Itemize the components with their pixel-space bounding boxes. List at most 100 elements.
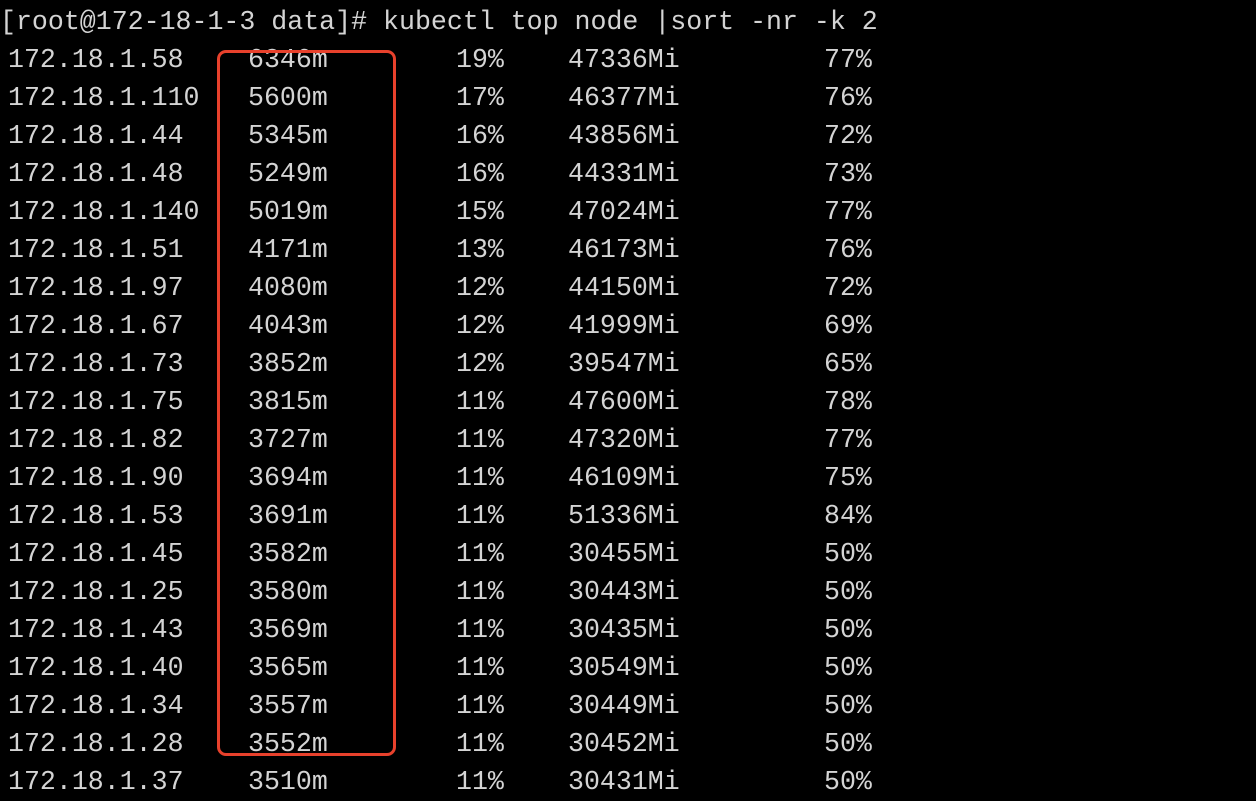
memory-percent: 78%	[824, 387, 872, 417]
node-ip: 172.18.1.82	[8, 425, 184, 455]
table-row: 172.18.1.53 3691m 11% 51336Mi 84%	[0, 497, 1256, 535]
memory-bytes: 30455Mi	[568, 539, 680, 569]
memory-percent: 50%	[824, 653, 872, 683]
memory-bytes: 51336Mi	[568, 501, 680, 531]
node-ip: 172.18.1.90	[8, 463, 184, 493]
memory-bytes: 30549Mi	[568, 653, 680, 683]
cpu-cores: 4171m	[248, 235, 328, 265]
memory-percent: 50%	[824, 539, 872, 569]
cpu-cores: 4043m	[248, 311, 328, 341]
cpu-percent: 11%	[456, 691, 504, 721]
node-ip: 172.18.1.67	[8, 311, 184, 341]
cpu-percent: 15%	[456, 197, 504, 227]
table-row: 172.18.1.51 4171m 13% 46173Mi 76%	[0, 231, 1256, 269]
memory-bytes: 41999Mi	[568, 311, 680, 341]
memory-bytes: 39547Mi	[568, 349, 680, 379]
table-row: 172.18.1.44 5345m 16% 43856Mi 72%	[0, 117, 1256, 155]
memory-percent: 50%	[824, 729, 872, 759]
cpu-percent: 12%	[456, 349, 504, 379]
command-text: kubectl top node |sort -nr -k 2	[383, 7, 878, 37]
table-row: 172.18.1.82 3727m 11% 47320Mi 77%	[0, 421, 1256, 459]
memory-percent: 76%	[824, 235, 872, 265]
table-row: 172.18.1.73 3852m 12% 39547Mi 65%	[0, 345, 1256, 383]
cpu-cores: 5600m	[248, 83, 328, 113]
cpu-cores: 3510m	[248, 767, 328, 797]
node-ip: 172.18.1.28	[8, 729, 184, 759]
memory-bytes: 30443Mi	[568, 577, 680, 607]
memory-bytes: 46173Mi	[568, 235, 680, 265]
memory-bytes: 30431Mi	[568, 767, 680, 797]
memory-percent: 84%	[824, 501, 872, 531]
node-ip: 172.18.1.140	[8, 197, 200, 227]
cpu-percent: 12%	[456, 311, 504, 341]
node-ip: 172.18.1.37	[8, 767, 184, 797]
cpu-cores: 3569m	[248, 615, 328, 645]
memory-percent: 77%	[824, 425, 872, 455]
node-ip: 172.18.1.110	[8, 83, 200, 113]
memory-percent: 65%	[824, 349, 872, 379]
memory-percent: 76%	[824, 83, 872, 113]
cpu-cores: 3582m	[248, 539, 328, 569]
table-row: 172.18.1.110 5600m 17% 46377Mi 76%	[0, 79, 1256, 117]
cpu-cores: 3691m	[248, 501, 328, 531]
memory-percent: 73%	[824, 159, 872, 189]
memory-percent: 75%	[824, 463, 872, 493]
memory-bytes: 44150Mi	[568, 273, 680, 303]
table-row: 172.18.1.75 3815m 11% 47600Mi 78%	[0, 383, 1256, 421]
memory-percent: 72%	[824, 273, 872, 303]
memory-percent: 50%	[824, 691, 872, 721]
memory-percent: 69%	[824, 311, 872, 341]
cpu-cores: 5345m	[248, 121, 328, 151]
memory-bytes: 47320Mi	[568, 425, 680, 455]
cpu-percent: 16%	[456, 159, 504, 189]
node-ip: 172.18.1.73	[8, 349, 184, 379]
table-row: 172.18.1.67 4043m 12% 41999Mi 69%	[0, 307, 1256, 345]
cpu-cores: 3815m	[248, 387, 328, 417]
memory-percent: 72%	[824, 121, 872, 151]
cpu-cores: 3580m	[248, 577, 328, 607]
cpu-percent: 11%	[456, 767, 504, 797]
node-ip: 172.18.1.43	[8, 615, 184, 645]
memory-bytes: 47024Mi	[568, 197, 680, 227]
memory-bytes: 30449Mi	[568, 691, 680, 721]
cpu-percent: 11%	[456, 615, 504, 645]
cpu-percent: 16%	[456, 121, 504, 151]
cpu-cores: 3852m	[248, 349, 328, 379]
shell-prompt: [root@172-18-1-3 data]#	[0, 7, 368, 37]
cpu-percent: 17%	[456, 83, 504, 113]
cpu-percent: 11%	[456, 463, 504, 493]
cpu-cores: 3565m	[248, 653, 328, 683]
cpu-cores: 3552m	[248, 729, 328, 759]
table-row: 172.18.1.28 3552m 11% 30452Mi 50%	[0, 725, 1256, 763]
node-ip: 172.18.1.75	[8, 387, 184, 417]
table-row: 172.18.1.43 3569m 11% 30435Mi 50%	[0, 611, 1256, 649]
cpu-percent: 11%	[456, 653, 504, 683]
node-ip: 172.18.1.34	[8, 691, 184, 721]
memory-bytes: 30435Mi	[568, 615, 680, 645]
memory-bytes: 47336Mi	[568, 45, 680, 75]
node-ip: 172.18.1.45	[8, 539, 184, 569]
cpu-percent: 11%	[456, 577, 504, 607]
cpu-cores: 3694m	[248, 463, 328, 493]
cpu-cores: 6346m	[248, 45, 328, 75]
table-row: 172.18.1.97 4080m 12% 44150Mi 72%	[0, 269, 1256, 307]
table-row: 172.18.1.37 3510m 11% 30431Mi 50%	[0, 763, 1256, 801]
memory-percent: 50%	[824, 767, 872, 797]
node-ip: 172.18.1.51	[8, 235, 184, 265]
table-row: 172.18.1.48 5249m 16% 44331Mi 73%	[0, 155, 1256, 193]
memory-bytes: 46377Mi	[568, 83, 680, 113]
memory-percent: 50%	[824, 615, 872, 645]
node-ip: 172.18.1.40	[8, 653, 184, 683]
table-row: 172.18.1.140 5019m 15% 47024Mi 77%	[0, 193, 1256, 231]
cpu-percent: 19%	[456, 45, 504, 75]
table-row: 172.18.1.90 3694m 11% 46109Mi 75%	[0, 459, 1256, 497]
cpu-percent: 11%	[456, 425, 504, 455]
node-ip: 172.18.1.58	[8, 45, 184, 75]
table-row: 172.18.1.45 3582m 11% 30455Mi 50%	[0, 535, 1256, 573]
cpu-cores: 5019m	[248, 197, 328, 227]
cpu-cores: 5249m	[248, 159, 328, 189]
node-ip: 172.18.1.44	[8, 121, 184, 151]
command-line: [root@172-18-1-3 data]# kubectl top node…	[0, 3, 1256, 41]
table-row: 172.18.1.25 3580m 11% 30443Mi 50%	[0, 573, 1256, 611]
node-ip: 172.18.1.97	[8, 273, 184, 303]
